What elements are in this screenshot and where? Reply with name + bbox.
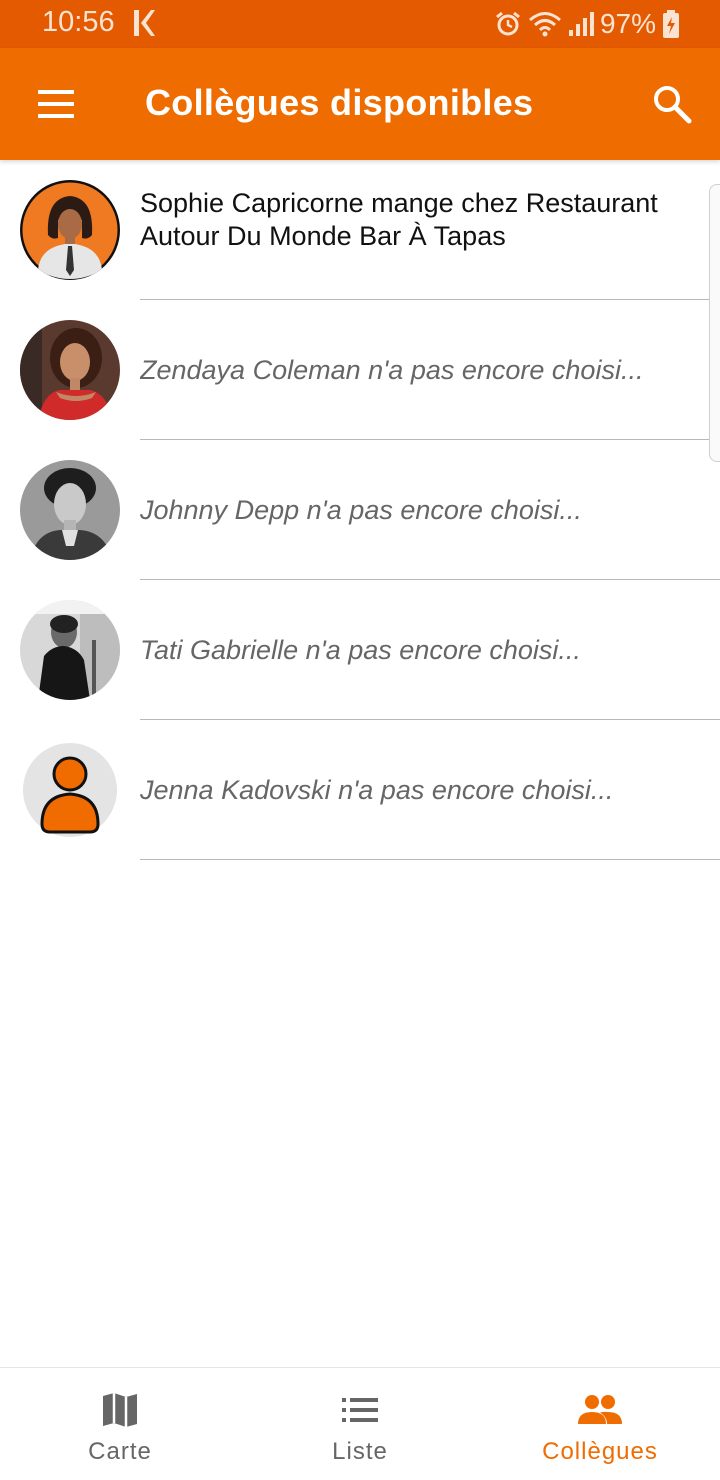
colleague-row[interactable]: Sophie Capricorne mange chez Restaurant … — [0, 160, 720, 300]
photo-avatar — [20, 320, 120, 420]
colleague-row[interactable]: Zendaya Coleman n'a pas encore choisi... — [0, 300, 720, 440]
colleague-row[interactable]: Johnny Depp n'a pas encore choisi... — [0, 440, 720, 580]
hamburger-menu-icon[interactable] — [36, 86, 76, 122]
colleague-status-text: Johnny Depp n'a pas encore choisi... — [140, 494, 582, 525]
colleague-status-text: Zendaya Coleman n'a pas encore choisi... — [140, 354, 644, 385]
alarm-icon — [496, 11, 520, 36]
nav-label: Carte — [88, 1438, 152, 1465]
battery-charging-icon — [663, 10, 679, 38]
nav-tab-liste[interactable]: Liste — [240, 1368, 480, 1480]
colleague-row[interactable]: Jenna Kadovski n'a pas encore choisi... — [0, 720, 720, 860]
kustom-k-icon — [134, 10, 155, 36]
colleagues-list: Sophie Capricorne mange chez Restaurant … — [0, 160, 720, 860]
nav-tab-carte[interactable]: Carte — [0, 1368, 240, 1480]
app-bar: Collègues disponibles — [0, 48, 720, 160]
colleague-status-text: Sophie Capricorne mange chez Restaurant … — [140, 188, 658, 251]
people-icon — [578, 1395, 622, 1424]
status-icons: 97% — [494, 6, 680, 42]
colleague-status-text: Jenna Kadovski n'a pas encore choisi... — [140, 774, 614, 805]
nav-label: Collègues — [542, 1438, 658, 1465]
photo-avatar — [20, 460, 120, 560]
default-person-avatar — [20, 740, 120, 840]
bottom-navigation: Carte Liste Collègues — [0, 1367, 720, 1480]
colleague-row[interactable]: Tati Gabrielle n'a pas encore choisi... — [0, 580, 720, 720]
search-icon[interactable] — [652, 84, 692, 124]
scroll-handle[interactable] — [709, 184, 720, 462]
row-divider — [140, 859, 720, 860]
map-icon — [103, 1393, 137, 1427]
page-title: Collègues disponibles — [145, 82, 534, 123]
colleague-status-text: Tati Gabrielle n'a pas encore choisi... — [140, 634, 581, 665]
signal-icon — [568, 12, 594, 36]
battery-percentage: 97% — [599, 8, 656, 39]
status-bar: 10:56 97% — [0, 0, 720, 48]
nav-label: Liste — [332, 1438, 388, 1465]
wifi-icon — [528, 12, 561, 37]
list-icon — [342, 1398, 378, 1422]
photo-avatar — [20, 600, 120, 700]
female-cartoon-avatar — [20, 180, 120, 280]
nav-tab-collegues[interactable]: Collègues — [480, 1368, 720, 1480]
status-time: 10:56 — [42, 6, 115, 38]
